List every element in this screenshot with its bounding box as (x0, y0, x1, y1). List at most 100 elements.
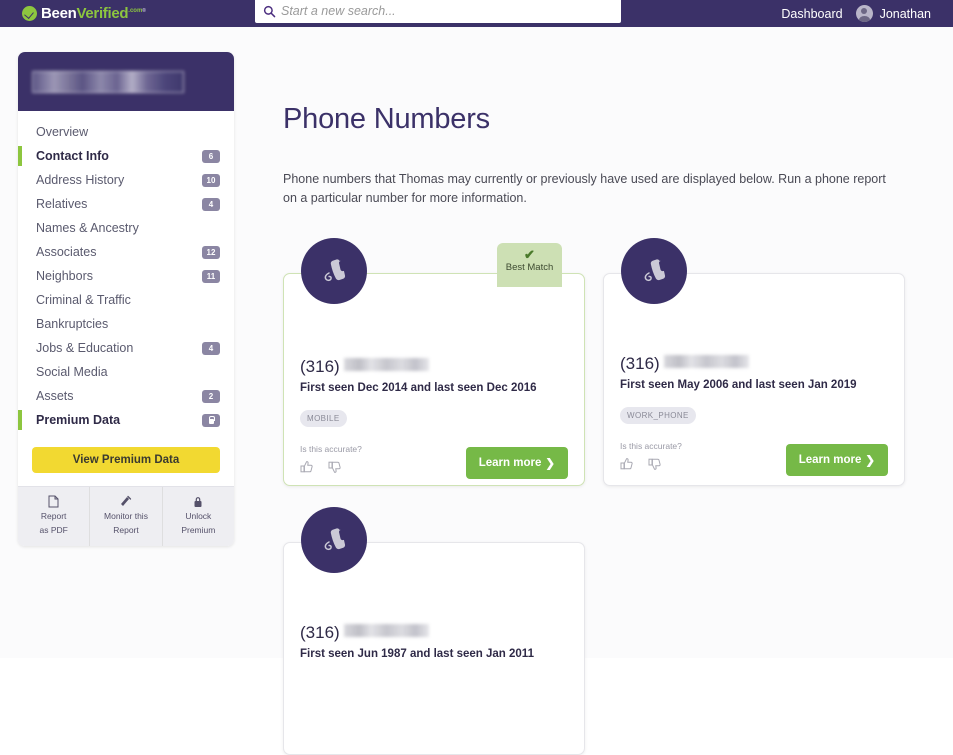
sidebar-item-badge: 6 (202, 149, 220, 163)
phone-card[interactable]: ✔ Best Match (316) First seen Dec 2014 a… (283, 242, 585, 486)
logo-dotcom-text: .com (128, 8, 143, 14)
phone-handset-icon (301, 237, 367, 304)
user-avatar-icon (855, 5, 873, 22)
sidebar-item-label: Premium Data (36, 413, 121, 427)
global-search-box[interactable] (255, 0, 621, 23)
thumbs-down-icon[interactable] (328, 460, 342, 479)
sidebar-item-label: Neighbors (36, 269, 93, 283)
page-title: Phone Numbers (283, 103, 490, 135)
lock-icon (208, 416, 215, 424)
sidebar-item-address-history[interactable]: Address History 10 (18, 168, 234, 192)
logo-been-text: Been (41, 5, 77, 22)
phone-card-placeholder (603, 507, 905, 755)
sidebar-item-label: Contact Info (36, 149, 109, 163)
username-label: Jonathan (879, 6, 931, 21)
sidebar-action-bar: Report as PDF Monitor this Report Unlock… (18, 486, 234, 546)
phone-handset-icon (621, 237, 687, 304)
action-label-line2: Report (113, 525, 139, 536)
checkmark-icon: ✔ (524, 246, 535, 262)
page-body: Overview Contact Info 6 Address History … (0, 27, 953, 755)
subject-name-redacted (32, 70, 184, 93)
user-menu[interactable]: Jonathan (855, 5, 931, 22)
phone-number-redacted (663, 354, 749, 368)
sidebar-item-criminal-traffic[interactable]: Criminal & Traffic (18, 288, 234, 312)
sidebar-item-label: Social Media (36, 365, 108, 379)
accuracy-feedback-group: Is this accurate? (620, 441, 682, 476)
sidebar-item-neighbors[interactable]: Neighbors 11 (18, 264, 234, 288)
phone-area-code: (316) (300, 622, 340, 642)
sidebar-item-premium-data[interactable]: Premium Data (18, 408, 234, 432)
best-match-badge: ✔ Best Match (497, 242, 562, 287)
learn-more-button[interactable]: Learn more ❯ (785, 443, 888, 476)
phone-area-code: (316) (300, 356, 340, 376)
search-input[interactable] (281, 4, 613, 18)
sidebar-item-assets[interactable]: Assets 2 (18, 384, 234, 408)
learn-more-label: Learn more (798, 453, 862, 466)
learn-more-button[interactable]: Learn more ❯ (465, 446, 568, 479)
monitor-report-button[interactable]: Monitor this Report (89, 487, 161, 546)
phone-card-row: (316) First seen Jun 1987 and last seen … (283, 506, 923, 755)
action-label-line1: Unlock (185, 511, 212, 521)
view-premium-data-button[interactable]: View Premium Data (32, 447, 220, 473)
learn-more-label: Learn more (478, 456, 542, 469)
phone-number-redacted (343, 623, 429, 637)
phone-card-wrapper: ✔ Best Match (316) First seen Dec 2014 a… (283, 237, 585, 486)
sidebar-item-label: Address History (36, 173, 125, 187)
phone-area-code: (316) (620, 353, 660, 373)
sidebar-item-label: Assets (36, 389, 74, 403)
sidebar-item-label: Associates (36, 245, 97, 259)
sidebar-item-label: Criminal & Traffic (36, 293, 131, 307)
phone-card[interactable]: (316) First seen May 2006 and last seen … (603, 272, 905, 486)
main-content: Phone Numbers Phone numbers that Thomas … (283, 27, 923, 755)
sidebar-item-badge: 2 (202, 389, 220, 403)
sidebar-item-contact-info[interactable]: Contact Info 6 (18, 144, 234, 168)
thumbs-up-icon[interactable] (620, 457, 634, 476)
sidebar-item-jobs-education[interactable]: Jobs & Education 4 (18, 336, 234, 360)
report-as-pdf-button[interactable]: Report as PDF (18, 487, 89, 546)
chevron-right-icon: ❯ (865, 454, 875, 467)
search-icon (263, 5, 276, 17)
phone-cards-container: ✔ Best Match (316) First seen Dec 2014 a… (283, 237, 923, 755)
accuracy-prompt: Is this accurate? (300, 443, 362, 454)
report-sidebar: Overview Contact Info 6 Address History … (18, 52, 234, 546)
pdf-document-icon (48, 495, 59, 508)
thumbs-up-icon[interactable] (300, 460, 314, 479)
lock-icon (193, 495, 203, 508)
dashboard-link[interactable]: Dashboard (781, 7, 842, 21)
brand-logo[interactable]: BeenVerified.com® (22, 6, 146, 21)
check-circle-icon (22, 6, 37, 21)
sidebar-item-badge: 12 (202, 245, 220, 259)
logo-verified-text: Verified (76, 5, 129, 22)
sidebar-item-names-ancestry[interactable]: Names & Ancestry (18, 216, 234, 240)
sidebar-item-social-media[interactable]: Social Media (18, 360, 234, 384)
best-match-label: Best Match (505, 261, 554, 273)
sidebar-item-bankruptcies[interactable]: Bankruptcies (18, 312, 234, 336)
sidebar-item-label: Names & Ancestry (36, 221, 139, 235)
phone-number-redacted (343, 357, 429, 371)
phone-type-tag: WORK_PHONE (620, 406, 696, 424)
sidebar-item-label: Jobs & Education (36, 341, 134, 355)
sidebar-item-badge: 4 (202, 197, 220, 211)
sidebar-item-overview[interactable]: Overview (18, 120, 234, 144)
action-label-line1: Monitor this (104, 511, 148, 521)
top-nav-right-group: Dashboard Jonathan (781, 0, 931, 27)
accuracy-feedback-group: Is this accurate? (300, 444, 362, 479)
action-label-line2: Premium (181, 525, 216, 536)
accuracy-prompt: Is this accurate? (620, 440, 682, 451)
thumbs-down-icon[interactable] (648, 457, 662, 476)
phone-card[interactable]: (316) First seen Jun 1987 and last seen … (283, 541, 585, 755)
phone-card-footer: Is this accurate? Learn more ❯ (620, 441, 888, 476)
action-label-line2: as PDF (39, 525, 68, 536)
monitor-pulse-icon (119, 495, 132, 508)
sidebar-item-associates[interactable]: Associates 12 (18, 240, 234, 264)
sidebar-item-relatives[interactable]: Relatives 4 (18, 192, 234, 216)
sidebar-item-label: Bankruptcies (36, 317, 109, 331)
sidebar-item-badge: 11 (202, 269, 220, 283)
phone-handset-icon (301, 506, 367, 573)
phone-seen-dates: First seen May 2006 and last seen Jan 20… (620, 378, 857, 391)
sidebar-item-badge: 4 (202, 341, 220, 355)
phone-card-footer: Is this accurate? Learn more ❯ (300, 444, 568, 479)
phone-card-wrapper: (316) First seen Jun 1987 and last seen … (283, 506, 585, 755)
unlock-premium-button[interactable]: Unlock Premium (161, 487, 234, 546)
phone-card-wrapper: (316) First seen May 2006 and last seen … (603, 237, 905, 486)
